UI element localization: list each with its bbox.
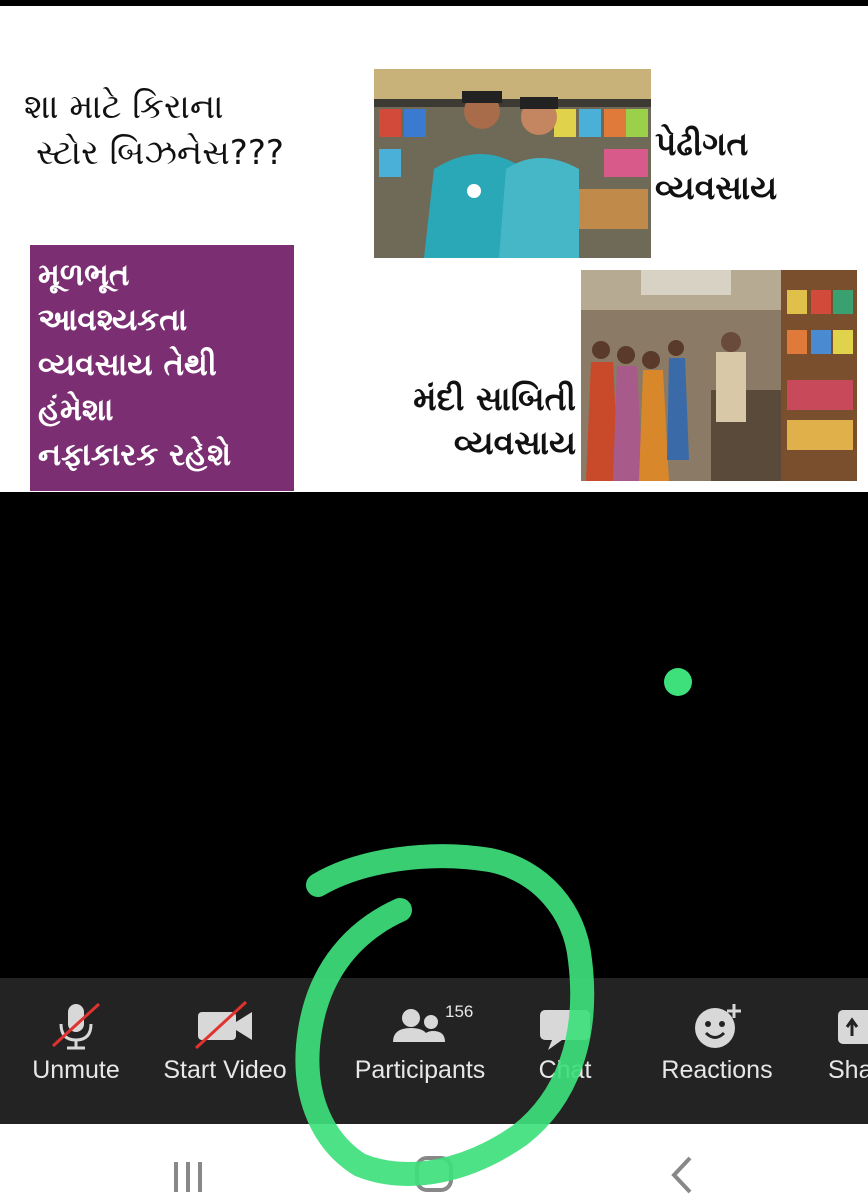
participants-count-badge: 156 xyxy=(445,1002,474,1021)
callout-right-line-2: વ્યવસાય xyxy=(655,168,778,207)
meeting-toolbar: Unmute Start Video Participants Chat Rea… xyxy=(0,978,868,1124)
start-video-label: Start Video xyxy=(163,1056,287,1084)
start-video-button[interactable]: Start Video xyxy=(155,978,295,1124)
purple-box-line-1: મૂળભૂત xyxy=(38,257,130,293)
callout-center-line-1: મંદી સાબિતી xyxy=(413,379,576,418)
home-icon xyxy=(415,1156,453,1192)
reactions-button[interactable]: Reactions xyxy=(652,978,782,1124)
chat-label: Chat xyxy=(538,1056,592,1084)
back-button[interactable] xyxy=(636,1124,726,1200)
callout-hereditary-business: પેઢીગત વ્યવસાય xyxy=(655,122,777,210)
share-button[interactable]: Share xyxy=(828,978,868,1124)
chat-button[interactable]: Chat xyxy=(520,978,610,1124)
reactions-label: Reactions xyxy=(661,1056,773,1084)
share-label: Share xyxy=(828,1056,868,1084)
unmute-label: Unmute xyxy=(32,1056,120,1084)
store-queue-photo xyxy=(581,270,857,481)
unmute-button[interactable]: Unmute xyxy=(22,978,130,1124)
system-nav-bar xyxy=(0,1124,868,1200)
home-button[interactable] xyxy=(390,1124,480,1200)
recents-icon xyxy=(174,1162,202,1192)
annotation-dot xyxy=(664,668,692,696)
slide-title-line-1: શા માટે કિરાના xyxy=(24,87,224,127)
share-icon xyxy=(828,1000,868,1052)
purple-box-line-4: હંમેશા xyxy=(38,392,114,428)
callout-center-line-2: વ્યવસાય xyxy=(453,423,576,462)
participants-button[interactable]: Participants xyxy=(345,978,495,1124)
callout-right-line-1: પેઢીગત xyxy=(655,124,749,163)
slide-title-line-2: સ્ટોર બિઝનેસ??? xyxy=(36,133,284,173)
participants-label: Participants xyxy=(354,1056,486,1084)
reactions-icon xyxy=(682,1000,752,1052)
video-off-icon xyxy=(190,1000,260,1052)
slide-title: શા માટે કિરાના સ્ટોર બિઝનેસ??? xyxy=(24,84,284,176)
shopkeepers-photo xyxy=(374,69,651,258)
back-chevron-icon xyxy=(671,1156,692,1194)
callout-recession-proof: મંદી સાબિતી વ્યવસાય xyxy=(352,377,576,465)
shared-slide: શા માટે કિરાના સ્ટોર બિઝનેસ??? પેઢીગત વ્… xyxy=(0,6,868,492)
recents-button[interactable] xyxy=(146,1124,236,1200)
basic-need-box: મૂળભૂત આવશ્યકતા વ્યવસાય તેથી હંમેશા નફાક… xyxy=(30,245,294,491)
purple-box-line-5: નફાકારક રહેશે xyxy=(38,437,231,473)
chat-icon xyxy=(530,1000,600,1052)
muted-mic-icon xyxy=(41,1000,111,1052)
purple-box-line-3: વ્યવસાય તેથી xyxy=(38,347,217,383)
purple-box-line-2: આવશ્યકતા xyxy=(38,302,188,338)
